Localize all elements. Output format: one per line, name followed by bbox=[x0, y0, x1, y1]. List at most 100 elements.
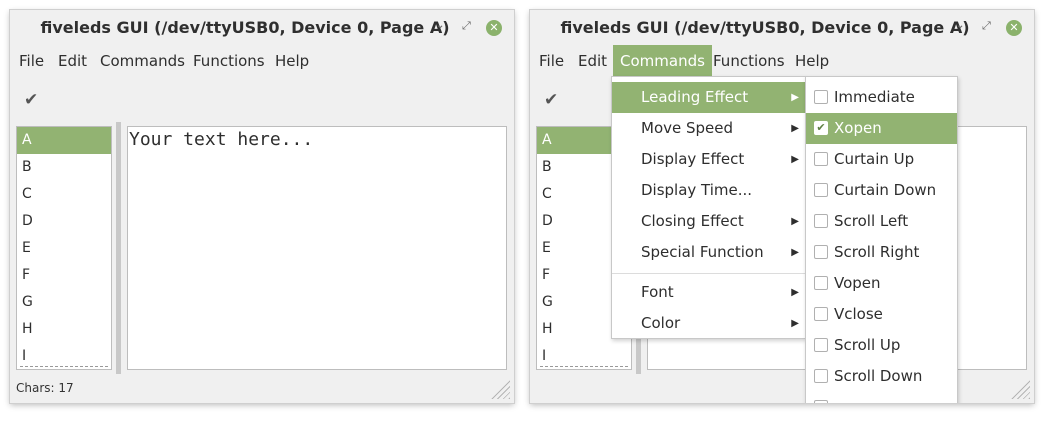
effect-label: Xopen bbox=[834, 119, 882, 137]
list-item[interactable]: H bbox=[17, 316, 111, 343]
menu-item-color[interactable]: Color ▶ bbox=[612, 308, 805, 339]
menu-item-label: Special Function bbox=[641, 243, 764, 261]
effect-label: Scroll Left bbox=[834, 212, 909, 230]
effect-option[interactable]: Scroll Left bbox=[806, 206, 957, 237]
checkbox-icon bbox=[814, 214, 828, 228]
effect-option[interactable]: ✔ Xopen bbox=[806, 113, 957, 144]
resize-grip-icon[interactable] bbox=[1010, 379, 1030, 399]
menu-item-label: Closing Effect bbox=[641, 212, 744, 230]
menu-item-label: Font bbox=[641, 283, 674, 301]
minimize-icon[interactable]: ⌄ bbox=[436, 20, 444, 31]
list-item[interactable]: D bbox=[17, 208, 111, 235]
list-item[interactable]: B bbox=[17, 154, 111, 181]
effect-label: Immediate bbox=[834, 88, 915, 106]
window-title: fiveleds GUI (/dev/ttyUSB0, Device 0, Pa… bbox=[40, 18, 450, 37]
checkbox-icon bbox=[814, 369, 828, 383]
effect-label: Curtain Down bbox=[834, 181, 937, 199]
submenu-arrow-icon: ▶ bbox=[791, 216, 799, 227]
menu-commands[interactable]: Commands bbox=[613, 45, 712, 77]
checkbox-icon bbox=[814, 90, 828, 104]
effect-option[interactable]: Vclose bbox=[806, 299, 957, 330]
menu-item-label: Display Effect bbox=[641, 150, 745, 168]
effect-label: Curtain Up bbox=[834, 150, 915, 168]
menu-commands[interactable]: Commands bbox=[93, 45, 192, 77]
effect-label: Scroll Down bbox=[834, 367, 923, 385]
leading-effect-submenu: Immediate ✔ Xopen Curtain Up Curtain Dow… bbox=[805, 76, 958, 403]
menu-item-label: Color bbox=[641, 314, 681, 332]
menu-bar: File Edit Commands Functions Help bbox=[10, 45, 514, 77]
menu-separator bbox=[612, 273, 805, 274]
close-icon[interactable]: ✕ bbox=[1006, 20, 1022, 36]
submenu-arrow-icon: ▶ bbox=[791, 123, 799, 134]
submenu-arrow-icon: ▶ bbox=[791, 247, 799, 258]
commands-menu: Leading Effect ▶ Move Speed ▶ Display Ef… bbox=[611, 76, 806, 339]
page-list[interactable]: A B C D E F G H I bbox=[16, 126, 112, 370]
effect-option-cut-off[interactable] bbox=[806, 392, 957, 403]
list-scroll-indicator bbox=[540, 366, 628, 367]
checkbox-icon bbox=[814, 276, 828, 290]
menu-file[interactable]: File bbox=[12, 45, 51, 77]
list-item[interactable]: F bbox=[17, 262, 111, 289]
menu-bar: File Edit Commands Functions Help bbox=[530, 45, 1034, 77]
submenu-arrow-icon: ▶ bbox=[791, 318, 799, 329]
effect-option[interactable]: Vopen bbox=[806, 268, 957, 299]
submenu-arrow-icon: ▶ bbox=[791, 154, 799, 165]
menu-item-font[interactable]: Font ▶ bbox=[612, 277, 805, 308]
menu-edit[interactable]: Edit bbox=[571, 45, 614, 77]
maximize-icon[interactable]: ⤢ bbox=[982, 19, 991, 33]
menu-item-display-time[interactable]: Display Time... bbox=[612, 175, 805, 206]
submenu-arrow-icon: ▶ bbox=[791, 92, 799, 103]
effect-option[interactable]: Scroll Down bbox=[806, 361, 957, 392]
menu-functions[interactable]: Functions bbox=[186, 45, 272, 77]
menu-help[interactable]: Help bbox=[788, 45, 836, 77]
check-icon[interactable]: ✔ bbox=[544, 90, 558, 110]
title-bar[interactable]: fiveleds GUI (/dev/ttyUSB0, Device 0, Pa… bbox=[10, 10, 514, 46]
submenu-arrow-icon: ▶ bbox=[791, 287, 799, 298]
resize-grip-icon[interactable] bbox=[490, 379, 510, 399]
main-window: fiveleds GUI (/dev/ttyUSB0, Device 0, Pa… bbox=[10, 10, 514, 403]
close-icon[interactable]: ✕ bbox=[486, 20, 502, 36]
checkbox-checked-icon: ✔ bbox=[814, 121, 828, 135]
effect-option[interactable]: Scroll Right bbox=[806, 237, 957, 268]
text-editor[interactable]: Your text here... bbox=[127, 126, 507, 370]
menu-item-closing-effect[interactable]: Closing Effect ▶ bbox=[612, 206, 805, 237]
status-bar: Chars: 17 bbox=[16, 381, 74, 395]
menu-help[interactable]: Help bbox=[268, 45, 316, 77]
main-window-menu-open: fiveleds GUI (/dev/ttyUSB0, Device 0, Pa… bbox=[530, 10, 1034, 403]
list-item[interactable]: A bbox=[17, 127, 111, 154]
window-title: fiveleds GUI (/dev/ttyUSB0, Device 0, Pa… bbox=[560, 18, 970, 37]
menu-item-leading-effect[interactable]: Leading Effect ▶ bbox=[612, 82, 805, 113]
menu-item-move-speed[interactable]: Move Speed ▶ bbox=[612, 113, 805, 144]
checkbox-icon bbox=[814, 245, 828, 259]
checkbox-icon bbox=[814, 183, 828, 197]
list-item[interactable]: E bbox=[17, 235, 111, 262]
title-bar[interactable]: fiveleds GUI (/dev/ttyUSB0, Device 0, Pa… bbox=[530, 10, 1034, 46]
menu-item-label: Leading Effect bbox=[641, 88, 749, 106]
check-icon[interactable]: ✔ bbox=[24, 90, 38, 110]
minimize-icon[interactable]: ⌄ bbox=[956, 20, 964, 31]
menu-edit[interactable]: Edit bbox=[51, 45, 94, 77]
menu-item-display-effect[interactable]: Display Effect ▶ bbox=[612, 144, 805, 175]
checkbox-icon bbox=[814, 152, 828, 166]
menu-item-special-function[interactable]: Special Function ▶ bbox=[612, 237, 805, 268]
effect-option[interactable]: Scroll Up bbox=[806, 330, 957, 361]
effect-label: Vopen bbox=[834, 274, 881, 292]
maximize-icon[interactable]: ⤢ bbox=[462, 19, 471, 33]
effect-option[interactable]: Curtain Up bbox=[806, 144, 957, 175]
menu-item-label: Display Time... bbox=[641, 181, 753, 199]
list-item[interactable]: C bbox=[17, 181, 111, 208]
menu-item-label: Move Speed bbox=[641, 119, 734, 137]
checkbox-icon bbox=[814, 400, 828, 403]
effect-label: Vclose bbox=[834, 305, 883, 323]
pane-splitter[interactable] bbox=[116, 122, 121, 374]
effect-option[interactable]: Immediate bbox=[806, 82, 957, 113]
effect-label: Scroll Right bbox=[834, 243, 920, 261]
checkbox-icon bbox=[814, 338, 828, 352]
effect-option[interactable]: Curtain Down bbox=[806, 175, 957, 206]
menu-functions[interactable]: Functions bbox=[706, 45, 792, 77]
menu-file[interactable]: File bbox=[532, 45, 571, 77]
list-item[interactable]: G bbox=[17, 289, 111, 316]
effect-label: Scroll Up bbox=[834, 336, 901, 354]
list-scroll-indicator bbox=[20, 366, 108, 367]
checkbox-icon bbox=[814, 307, 828, 321]
